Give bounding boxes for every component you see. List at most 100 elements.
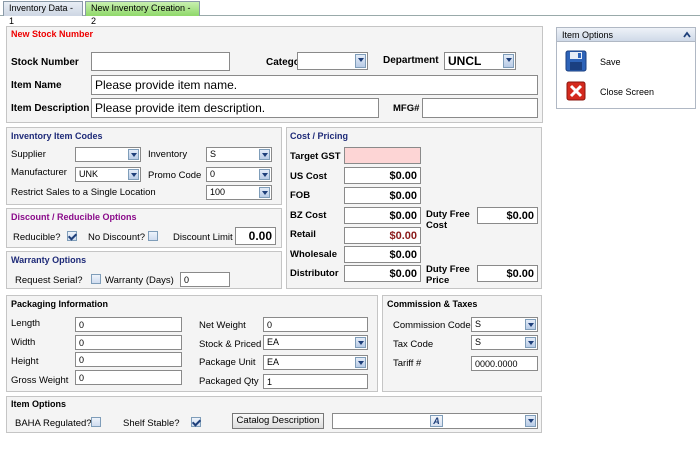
fob-label: FOB — [290, 190, 311, 201]
tax-code-label: Tax Code — [393, 339, 434, 350]
height-label: Height — [11, 356, 39, 367]
packaged-qty-input[interactable]: 1 — [263, 374, 368, 389]
tab-inventory-data[interactable]: Inventory Data - 1 — [3, 1, 83, 26]
warranty-days-input[interactable]: 0 — [180, 272, 230, 287]
us-cost-label: US Cost — [290, 171, 327, 182]
supplier-select[interactable] — [75, 147, 141, 162]
save-icon[interactable] — [565, 50, 587, 72]
save-button-label[interactable]: Save — [600, 57, 621, 67]
collapse-icon[interactable] — [682, 30, 692, 40]
department-label: Department — [383, 55, 439, 66]
chevron-down-icon[interactable] — [355, 357, 366, 368]
mfg-input[interactable] — [422, 98, 538, 118]
target-gst-label: Target GST — [290, 151, 341, 162]
retail-input[interactable]: $0.00 — [344, 227, 421, 244]
chevron-down-icon[interactable] — [259, 169, 270, 180]
reducible-label: Reducible? — [13, 232, 61, 243]
chevron-down-icon[interactable] — [525, 319, 536, 330]
gross-weight-label: Gross Weight — [11, 375, 69, 386]
category-select[interactable] — [297, 52, 368, 70]
net-weight-input[interactable]: 0 — [263, 317, 368, 332]
shelf-stable-label: Shelf Stable? — [123, 418, 180, 429]
manufacturer-label: Manufacturer — [11, 167, 67, 178]
cost-pricing-title: Cost / Pricing — [290, 131, 349, 141]
shelf-stable-checkbox[interactable] — [191, 417, 201, 427]
promo-code-label: Promo Code — [148, 170, 202, 181]
chevron-down-icon[interactable] — [355, 54, 366, 68]
item-description-input[interactable]: Please provide item description. — [91, 98, 379, 118]
retail-label: Retail — [290, 229, 316, 240]
tax-code-select[interactable]: S — [471, 335, 538, 350]
font-a-icon: A — [430, 415, 443, 427]
stock-priced-select[interactable]: EA — [263, 335, 368, 350]
item-description-label: Item Description — [11, 103, 90, 114]
chevron-down-icon[interactable] — [259, 149, 270, 160]
package-unit-label: Package Unit — [199, 357, 256, 368]
request-serial-checkbox[interactable] — [91, 274, 101, 284]
bz-cost-input[interactable]: $0.00 — [344, 207, 421, 224]
height-input[interactable]: 0 — [75, 352, 182, 367]
warranty-days-label: Warranty (Days) — [105, 275, 174, 286]
width-label: Width — [11, 337, 36, 348]
inventory-label: Inventory — [148, 149, 188, 160]
chevron-down-icon[interactable] — [525, 337, 536, 348]
stock-number-input[interactable] — [91, 52, 230, 71]
chevron-down-icon[interactable] — [128, 169, 139, 180]
restrict-sales-select[interactable]: 100 — [206, 185, 272, 200]
duty-free-price-label: Duty Free Price — [426, 264, 470, 286]
duty-free-cost-label: Duty Free Cost — [426, 209, 470, 231]
chevron-down-icon[interactable] — [503, 54, 514, 68]
baha-regulated-label: BAHA Regulated? — [15, 418, 92, 429]
new-stock-title: New Stock Number — [11, 29, 94, 39]
item-options-side-title: Item Options — [562, 30, 614, 40]
catalog-description-select[interactable]: A — [332, 413, 538, 429]
chevron-down-icon[interactable] — [355, 337, 366, 348]
commission-title: Commission & Taxes — [387, 299, 478, 309]
chevron-down-icon[interactable] — [259, 187, 270, 198]
item-name-label: Item Name — [11, 80, 62, 91]
tariff-label: Tariff # — [393, 358, 422, 369]
discount-limit-input[interactable]: 0.00 — [235, 227, 276, 245]
packaging-title: Packaging Information — [11, 299, 109, 309]
inventory-select[interactable]: S — [206, 147, 272, 162]
distributor-label: Distributor — [290, 268, 339, 279]
wholesale-input[interactable]: $0.00 — [344, 246, 421, 263]
department-select[interactable]: UNCL — [444, 52, 516, 70]
duty-free-cost-input[interactable]: $0.00 — [477, 207, 538, 224]
fob-input[interactable]: $0.00 — [344, 187, 421, 204]
wholesale-label: Wholesale — [290, 249, 337, 260]
promo-code-select[interactable]: 0 — [206, 167, 272, 182]
no-discount-label: No Discount? — [88, 232, 146, 243]
chevron-down-icon[interactable] — [128, 149, 139, 160]
length-label: Length — [11, 318, 41, 329]
duty-free-price-input[interactable]: $0.00 — [477, 265, 538, 282]
bz-cost-label: BZ Cost — [290, 210, 327, 221]
discount-title: Discount / Reducible Options — [11, 212, 137, 222]
target-gst-input[interactable] — [344, 147, 421, 164]
no-discount-checkbox[interactable] — [148, 231, 158, 241]
gross-weight-input[interactable]: 0 — [75, 370, 182, 385]
length-input[interactable]: 0 — [75, 317, 182, 332]
distributor-input[interactable]: $0.00 — [344, 265, 421, 282]
stock-number-label: Stock Number — [11, 57, 79, 68]
tariff-input[interactable]: 0000.0000 — [471, 356, 538, 371]
baha-regulated-checkbox[interactable] — [91, 417, 101, 427]
manufacturer-select[interactable]: UNK — [75, 167, 141, 182]
us-cost-input[interactable]: $0.00 — [344, 167, 421, 184]
tab-new-inventory-creation[interactable]: New Inventory Creation - 2 — [85, 1, 200, 26]
net-weight-label: Net Weight — [199, 320, 246, 331]
item-codes-title: Inventory Item Codes — [11, 131, 103, 141]
discount-limit-label: Discount Limit — [173, 232, 233, 243]
item-name-input[interactable]: Please provide item name. — [91, 75, 538, 95]
width-input[interactable]: 0 — [75, 335, 182, 350]
request-serial-label: Request Serial? — [15, 275, 83, 286]
catalog-description-button[interactable]: Catalog Description — [232, 413, 324, 429]
close-screen-label[interactable]: Close Screen — [600, 87, 654, 97]
restrict-sales-label: Restrict Sales to a Single Location — [11, 187, 156, 198]
commission-code-select[interactable]: S — [471, 317, 538, 332]
stock-priced-label: Stock & Priced — [199, 339, 262, 350]
close-icon[interactable] — [566, 81, 586, 101]
chevron-down-icon[interactable] — [525, 415, 536, 427]
reducible-checkbox[interactable] — [67, 231, 77, 241]
package-unit-select[interactable]: EA — [263, 355, 368, 370]
